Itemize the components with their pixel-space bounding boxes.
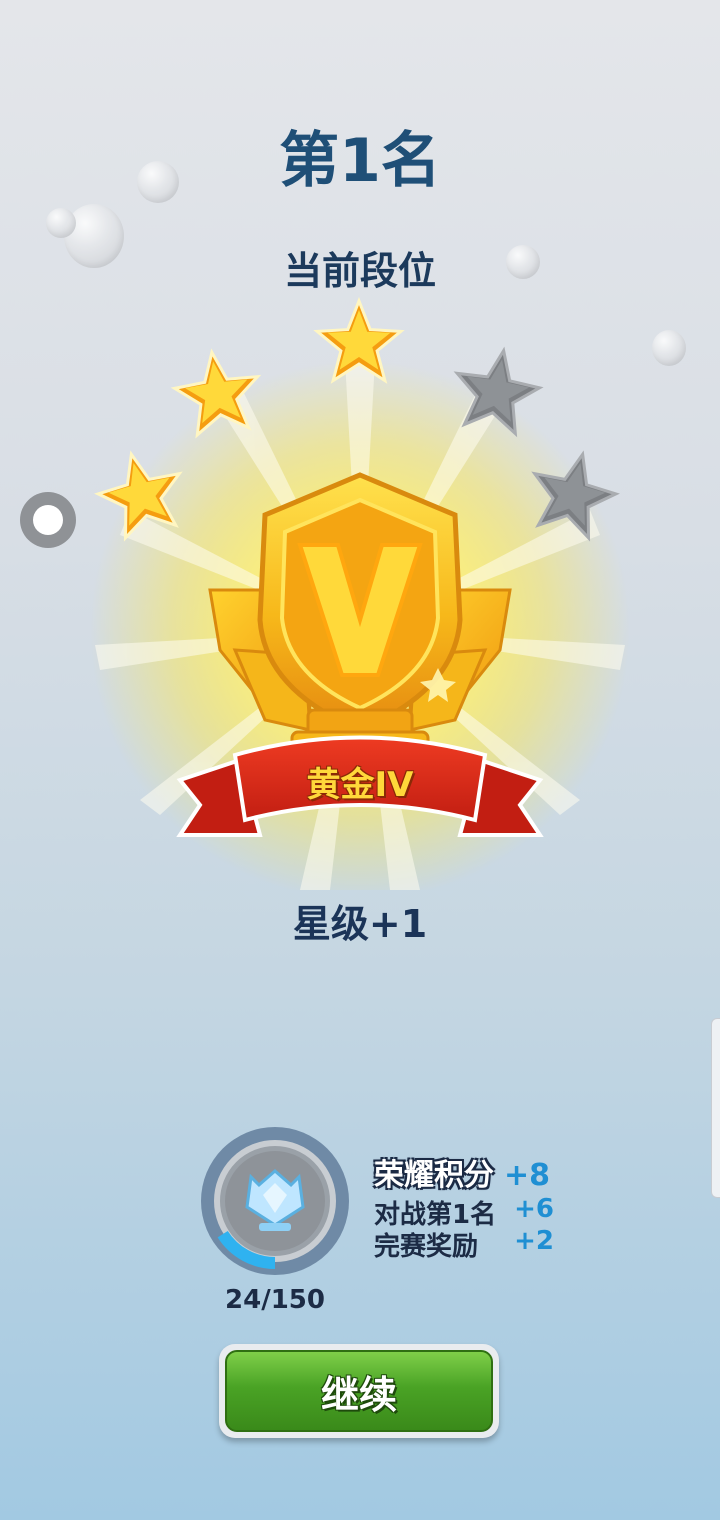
reward-item-value: +2: [514, 1226, 554, 1256]
honor-points-row: 荣耀积分 +8: [374, 1150, 550, 1194]
reward-item-label: 完赛奖励: [374, 1232, 479, 1262]
star-filled-icon: [170, 348, 262, 439]
honor-points-value: +8: [504, 1158, 551, 1193]
continue-button[interactable]: 继续: [219, 1344, 499, 1438]
honor-progress-text: 24/150: [225, 1285, 325, 1315]
honor-emblem: [201, 1127, 349, 1275]
star-filled-icon: [94, 450, 183, 542]
tier-name: 黄金IV: [306, 765, 414, 805]
star-filled-icon: [313, 296, 405, 384]
star-empty-icon: [531, 450, 620, 542]
reward-row: 完赛奖励 +2: [374, 1226, 554, 1263]
edge-drawer-handle[interactable]: [711, 1018, 720, 1198]
star-change-label: 星级+1: [292, 902, 428, 946]
star-empty-icon: [453, 346, 544, 438]
honor-points-label: 荣耀积分: [374, 1158, 494, 1193]
continue-button-label: 继续: [225, 1350, 493, 1432]
tier-stars: [94, 296, 620, 542]
